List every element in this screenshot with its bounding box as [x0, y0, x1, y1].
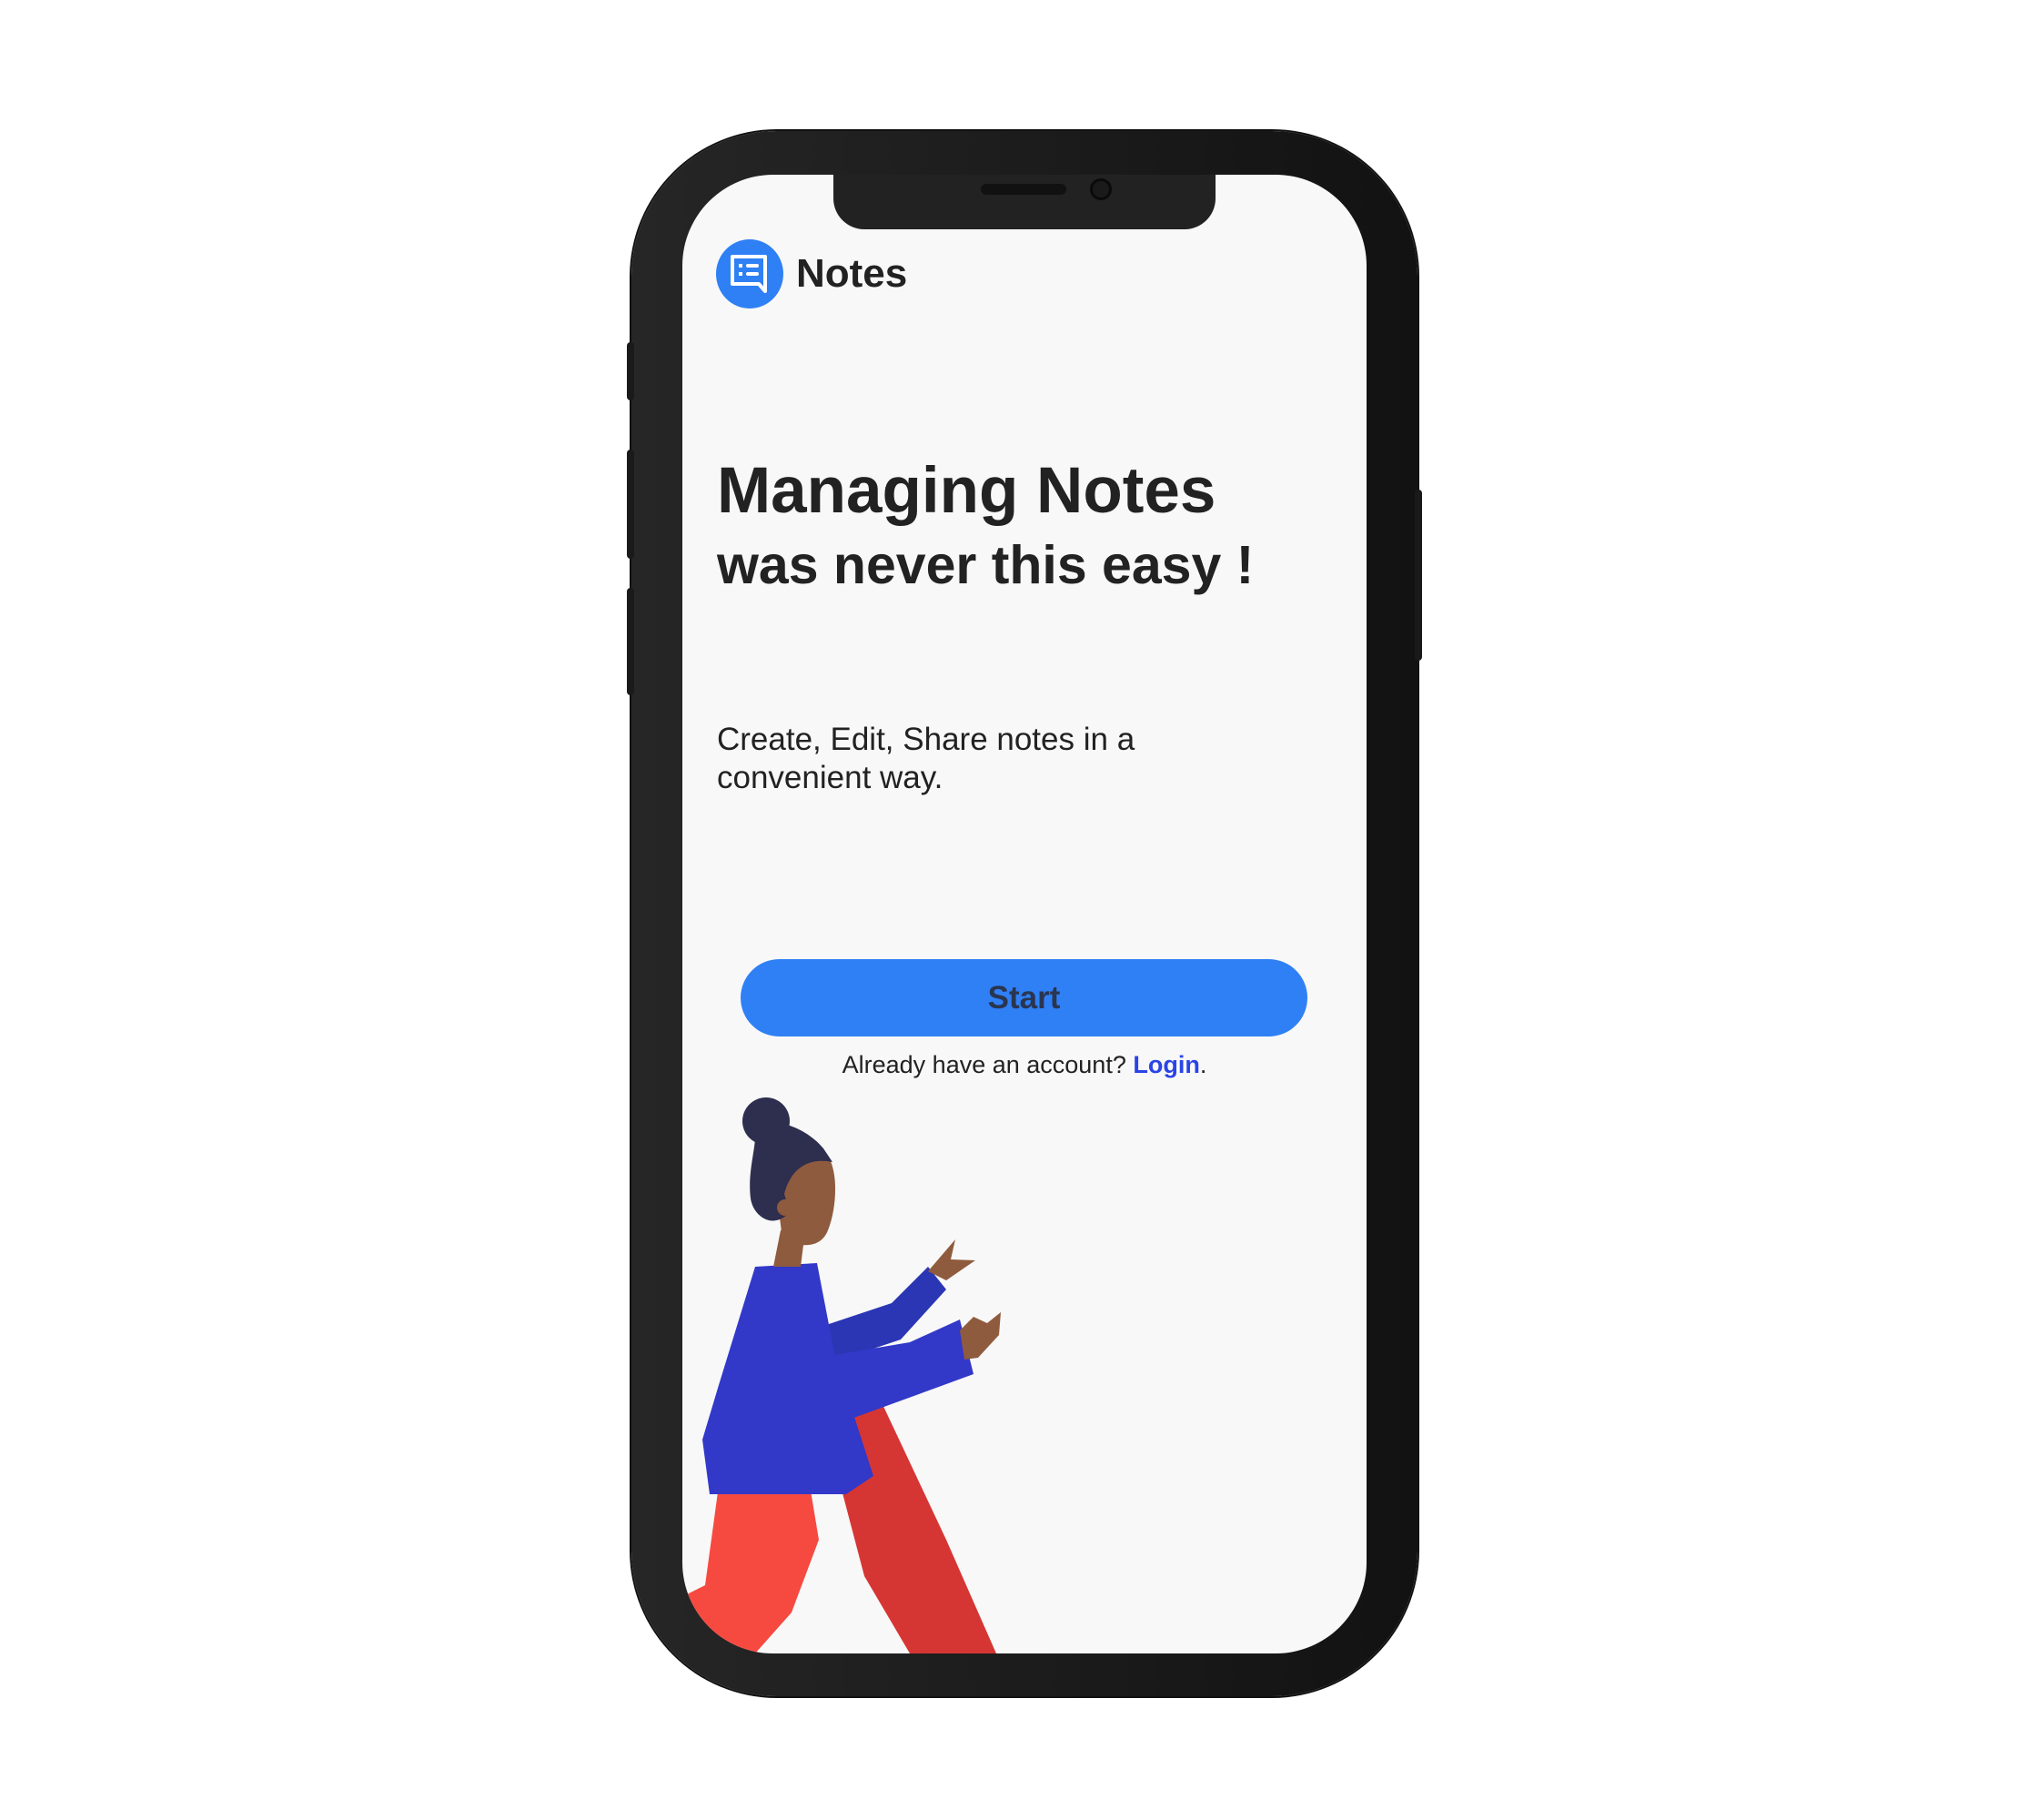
person-figure — [687, 1097, 1001, 1653]
mute-switch — [627, 342, 634, 400]
power-button — [1415, 490, 1422, 661]
app-screen: Notes Managing Notes was never this easy… — [682, 175, 1367, 1653]
volume-up-button — [627, 450, 634, 559]
volume-down-button — [627, 588, 634, 695]
person-illustration — [687, 1097, 1001, 1653]
